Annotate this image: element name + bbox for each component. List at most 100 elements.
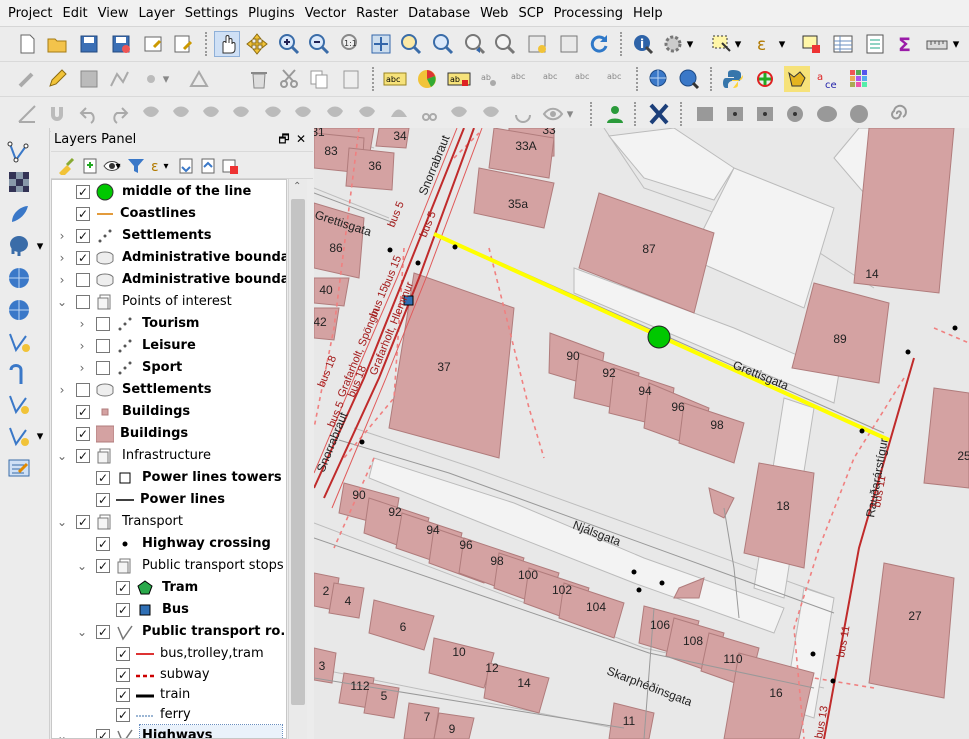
- attribute-table-icon[interactable]: [830, 31, 856, 57]
- add-wfs-layer-icon[interactable]: [5, 296, 33, 324]
- layer-checkbox[interactable]: ✓: [96, 493, 110, 507]
- layer-middle-of-the-line[interactable]: ✓ middle of the line: [52, 181, 286, 203]
- layer-sport[interactable]: › Sport: [52, 357, 286, 379]
- search-globe-icon[interactable]: [646, 66, 672, 92]
- add-postgis-layer-icon[interactable]: [5, 232, 33, 260]
- group-highways[interactable]: ⌄ ✓ Highways: [52, 724, 286, 738]
- chevron-down-icon[interactable]: ⌄: [56, 511, 68, 533]
- shape-square-icon[interactable]: [692, 101, 718, 127]
- add-delimited-text-icon[interactable]: [5, 200, 33, 228]
- layer-tree-scrollbar[interactable]: ⌃: [288, 179, 307, 739]
- shape-square-center-icon[interactable]: [752, 101, 778, 127]
- deselect-all-icon[interactable]: [798, 31, 824, 57]
- group-public-transport-stops[interactable]: ⌄ ✓ Public transport stops: [52, 555, 286, 577]
- rotate-label-icon[interactable]: abc: [572, 66, 598, 92]
- select-by-expression-icon[interactable]: ε: [752, 31, 778, 57]
- layer-checkbox[interactable]: ✓: [116, 668, 130, 682]
- chevron-down-icon[interactable]: ▾: [160, 66, 172, 92]
- measure-ruler-icon[interactable]: [924, 31, 950, 57]
- legend-subway[interactable]: ✓ subway: [52, 665, 286, 685]
- add-wms-layer-icon[interactable]: [5, 264, 33, 292]
- zoom-to-layer-icon[interactable]: [430, 31, 456, 57]
- chevron-down-icon[interactable]: ▾: [113, 153, 123, 179]
- label-tool-abc-icon[interactable]: abc: [382, 66, 408, 92]
- chevron-down-icon[interactable]: ▾: [950, 31, 962, 57]
- menu-database[interactable]: Database: [403, 0, 475, 27]
- new-virtual-layer-icon[interactable]: [5, 422, 33, 450]
- new-print-layout-icon[interactable]: [140, 31, 166, 57]
- highlight-label-icon[interactable]: ab: [446, 66, 472, 92]
- new-temporary-layer-icon[interactable]: [5, 360, 33, 388]
- group-points-of-interest[interactable]: ⌄ Points of interest: [52, 291, 286, 313]
- delete-ring-icon[interactable]: [290, 101, 316, 127]
- map-canvas[interactable]: Grettisgata Grettisgata Njálsgata Skarph…: [314, 128, 969, 739]
- layout-manager-icon[interactable]: [170, 31, 196, 57]
- layer-checkbox[interactable]: [76, 273, 90, 287]
- undo-icon[interactable]: [76, 101, 102, 127]
- python-console-icon[interactable]: [720, 66, 746, 92]
- chevron-down-icon[interactable]: ▾: [564, 101, 576, 127]
- current-edits-icon[interactable]: [14, 66, 40, 92]
- layer-checkbox[interactable]: ✓: [76, 405, 90, 419]
- group-public-transport-routes[interactable]: ⌄ ✓ Public transport ro...: [52, 621, 286, 643]
- shape-square-dotted-icon[interactable]: [722, 101, 748, 127]
- new-3d-view-icon[interactable]: [556, 31, 582, 57]
- layer-buildings-polygons[interactable]: ✓ Buildings: [52, 423, 286, 445]
- legend-ferry[interactable]: ✓ ferry: [52, 705, 286, 725]
- diagram-pie-icon[interactable]: [414, 66, 440, 92]
- plugin-grid-icon[interactable]: [846, 66, 872, 92]
- layer-checkbox[interactable]: ✓: [76, 207, 90, 221]
- group-transport[interactable]: ⌄ ✓ Transport: [52, 511, 286, 533]
- layer-checkbox[interactable]: [96, 361, 110, 375]
- change-label-icon[interactable]: abc: [604, 66, 630, 92]
- shape-circle-icon[interactable]: [782, 101, 808, 127]
- float-panel-icon[interactable]: 🗗: [277, 132, 291, 146]
- chevron-down-icon[interactable]: ⌄: [76, 555, 88, 577]
- layer-checkbox[interactable]: ✓: [116, 603, 130, 617]
- layer-tram[interactable]: ✓ Tram: [52, 577, 286, 599]
- layer-settlements-polygon[interactable]: › Settlements: [52, 379, 286, 401]
- layer-checkbox[interactable]: ✓: [96, 559, 110, 573]
- show-hide-label-icon[interactable]: abc: [508, 66, 534, 92]
- layer-checkbox[interactable]: ✓: [116, 647, 130, 661]
- layer-tourism[interactable]: › Tourism: [52, 313, 286, 335]
- chevron-up-icon[interactable]: ⌃: [293, 181, 301, 192]
- layer-leisure[interactable]: › Leisure: [52, 335, 286, 357]
- layer-coastlines[interactable]: ✓ Coastlines: [52, 203, 286, 225]
- spiral-icon[interactable]: [884, 101, 910, 127]
- layer-checkbox[interactable]: ✓: [96, 729, 110, 738]
- chevron-right-icon[interactable]: ›: [56, 225, 68, 247]
- chevron-down-icon[interactable]: ▾: [34, 422, 46, 450]
- eye-icon[interactable]: [540, 101, 566, 127]
- plugin-x-icon[interactable]: [646, 101, 672, 127]
- shape-circle-2-icon[interactable]: [846, 101, 872, 127]
- menu-web[interactable]: Web: [475, 0, 513, 27]
- refresh-icon[interactable]: [586, 31, 612, 57]
- user-plugin-icon[interactable]: [602, 101, 628, 127]
- menu-layer[interactable]: Layer: [134, 0, 180, 27]
- chevron-right-icon[interactable]: ›: [76, 357, 88, 379]
- split-parts-icon[interactable]: [416, 101, 442, 127]
- reshape-icon[interactable]: [138, 101, 164, 127]
- chevron-right-icon[interactable]: ›: [76, 313, 88, 335]
- split-features-icon[interactable]: [354, 101, 380, 127]
- zoom-to-selection-icon[interactable]: [398, 31, 424, 57]
- action-gear-icon[interactable]: [660, 31, 686, 57]
- chevron-right-icon[interactable]: ›: [56, 247, 68, 269]
- shape-ellipse-icon[interactable]: [814, 101, 840, 127]
- zoom-out-icon[interactable]: [306, 31, 332, 57]
- layer-checkbox[interactable]: ✓: [76, 251, 90, 265]
- chevron-down-icon[interactable]: ▾: [732, 31, 744, 57]
- add-line-feature-icon[interactable]: [106, 66, 132, 92]
- add-part-icon[interactable]: [228, 101, 254, 127]
- save-project-icon[interactable]: [76, 31, 102, 57]
- remove-layer-icon[interactable]: [217, 153, 243, 179]
- offset-curve-icon[interactable]: [168, 101, 194, 127]
- layer-highway-crossing[interactable]: ✓ Highway crossing: [52, 533, 286, 555]
- save-as-icon[interactable]: [108, 31, 134, 57]
- legend-train[interactable]: ✓ train: [52, 685, 286, 705]
- legend-bus-trolley-tram[interactable]: ✓ bus,trolley,tram: [52, 643, 286, 665]
- chevron-right-icon[interactable]: ›: [56, 269, 68, 291]
- metasearch-globe-icon[interactable]: [676, 66, 702, 92]
- layer-checkbox[interactable]: ✓: [96, 537, 110, 551]
